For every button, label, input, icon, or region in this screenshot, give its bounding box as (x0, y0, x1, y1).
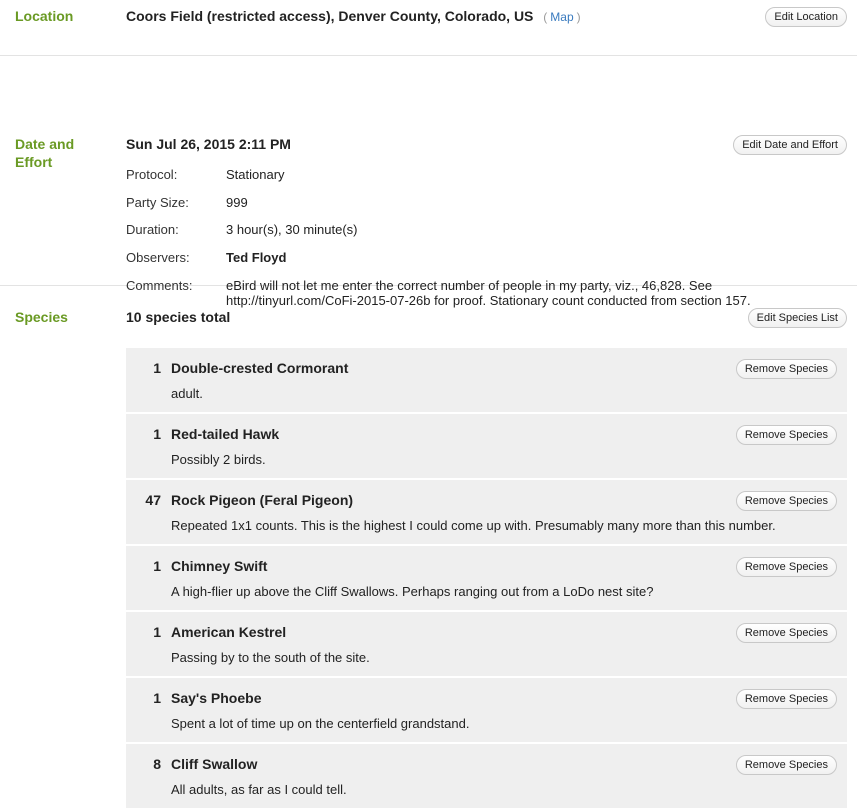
species-comment: All adults, as far as I could tell. (171, 782, 347, 797)
effort-field-key: Duration: (126, 222, 179, 237)
species-label: Species (15, 309, 68, 325)
species-name: Double-crested Cormorant (171, 360, 349, 376)
species-name: American Kestrel (171, 624, 287, 640)
remove-species-button[interactable]: Remove Species (735, 557, 837, 577)
checklist-datetime: Sun Jul 26, 2015 2:11 PM (126, 136, 291, 152)
species-list-item: 8 Cliff Swallow All adults, as far as I co… (126, 744, 847, 808)
species-list-item: 47 Rock Pigeon (Feral Pigeon) Repeated 1x1… (126, 480, 847, 544)
edit-date-effort-button[interactable]: Edit Date and Effort (733, 135, 847, 155)
date-effort-section: Date and Effort Sun Jul 26, 2015 2:11 PM… (0, 56, 857, 308)
species-comment: Possibly 2 birds. (171, 452, 266, 467)
edit-location-button[interactable]: Edit Location (765, 7, 847, 27)
remove-species-button[interactable]: Remove Species (735, 689, 837, 709)
species-count: 47 (145, 492, 161, 508)
effort-field-value: 3 hour(s), 30 minute(s) (226, 222, 358, 237)
remove-species-button[interactable]: Remove Species (735, 491, 837, 511)
species-list-item: 1 Red-tailed Hawk Possibly 2 birds. Remove … (126, 414, 847, 478)
species-name: Chimney Swift (171, 558, 268, 574)
date-effort-label: Date and Effort (15, 136, 75, 170)
location-section: Location Coors Field (restricted access)… (0, 0, 857, 56)
species-list-item: 1 Double-crested Cormorant adult. Remove Sp… (126, 348, 847, 412)
species-list-item: 1 Say's Phoebe Spent a lot of time up on t… (126, 678, 847, 742)
remove-species-button[interactable]: Remove Species (735, 425, 837, 445)
species-comment: A high-flier up above the Cliff Swallows… (171, 584, 654, 599)
species-comment: Repeated 1x1 counts. This is the highest… (171, 518, 776, 533)
species-count: 1 (153, 360, 161, 376)
species-count: 1 (153, 426, 161, 442)
species-count: 1 (153, 690, 161, 706)
remove-species-button[interactable]: Remove Species (735, 359, 837, 379)
map-link-wrapper: (Map) (543, 10, 580, 24)
map-close-paren: ) (576, 10, 581, 24)
effort-field-value: Ted Floyd (226, 250, 287, 265)
remove-species-button[interactable]: Remove Species (735, 755, 837, 775)
effort-field-value: Stationary (226, 167, 285, 182)
effort-field-key: Party Size: (126, 195, 189, 210)
map-link[interactable]: Map (550, 10, 573, 24)
species-name: Cliff Swallow (171, 756, 258, 772)
species-comment: Passing by to the south of the site. (171, 650, 370, 665)
species-count: 1 (153, 558, 161, 574)
species-total: 10 species total (126, 309, 231, 325)
species-section: Species 10 species total Edit Species Li… (0, 286, 857, 808)
remove-species-button[interactable]: Remove Species (735, 623, 837, 643)
species-name: Red-tailed Hawk (171, 426, 280, 442)
edit-species-list-button[interactable]: Edit Species List (747, 308, 847, 328)
location-name: Coors Field (restricted access), Denver … (126, 8, 581, 24)
effort-field-value: 999 (226, 195, 248, 210)
species-name: Say's Phoebe (171, 690, 262, 706)
species-comment: Spent a lot of time up on the centerfiel… (171, 716, 470, 731)
species-list-item: 1 Chimney Swift A high-flier up above the … (126, 546, 847, 610)
species-count: 1 (153, 624, 161, 640)
location-name-text: Coors Field (restricted access), Denver … (126, 8, 534, 24)
species-list: 1 Double-crested Cormorant adult. Remove Sp… (126, 348, 847, 810)
species-count: 8 (153, 756, 161, 772)
species-list-item: 1 American Kestrel Passing by to the south… (126, 612, 847, 676)
effort-field-key: Observers: (126, 250, 190, 265)
species-name: Rock Pigeon (Feral Pigeon) (171, 492, 354, 508)
species-comment: adult. (171, 386, 203, 401)
location-label: Location (15, 8, 74, 24)
effort-field-key: Protocol: (126, 167, 178, 182)
map-open-paren: ( (543, 10, 548, 24)
